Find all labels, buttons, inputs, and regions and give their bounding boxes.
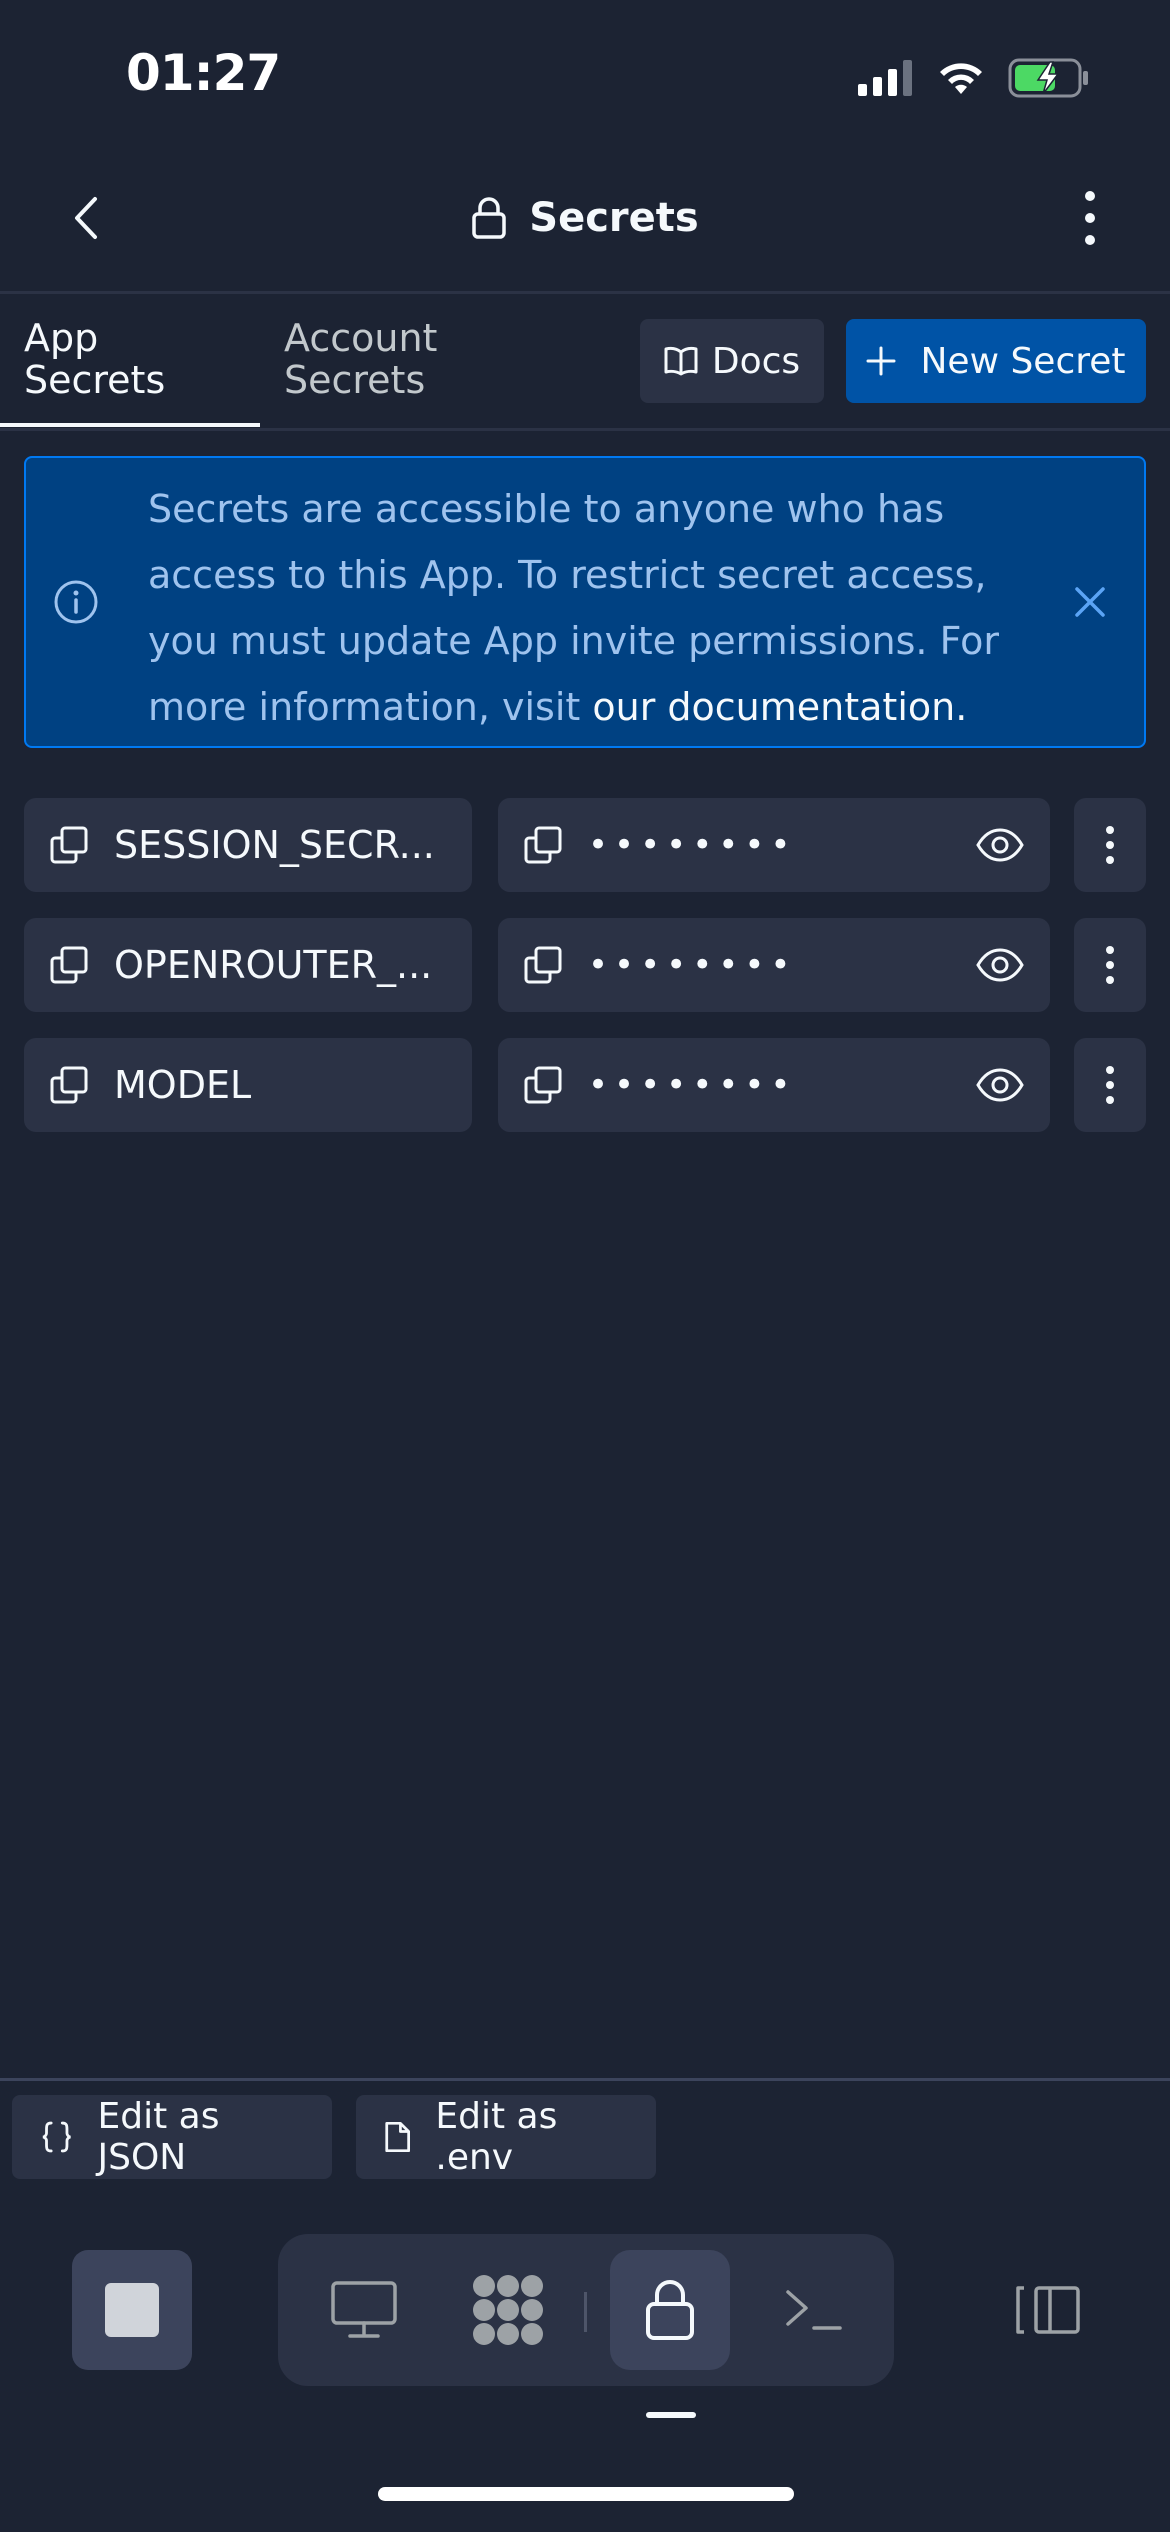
close-icon [1075, 587, 1105, 617]
nav-bar: Secrets [0, 150, 1170, 294]
layout-toggle-button[interactable] [988, 2250, 1108, 2370]
info-icon [54, 580, 98, 624]
tabs-row: App Secrets Account Secrets Docs New Sec… [0, 297, 1170, 431]
stop-icon [105, 2283, 159, 2337]
secret-key-field[interactable]: OPENROUTER_... [24, 918, 472, 1012]
new-secret-button[interactable]: New Secret [846, 319, 1146, 403]
secret-row-menu-button[interactable] [1074, 918, 1146, 1012]
secret-value-masked: •••••••• [588, 945, 797, 985]
reveal-secret-button[interactable] [972, 937, 1028, 993]
dock-agent-button[interactable] [448, 2250, 568, 2370]
status-bar: 01:27 [0, 0, 1170, 150]
secret-value-field[interactable]: •••••••• [498, 798, 1050, 892]
dock-tool-group [278, 2234, 894, 2386]
agent-icon [473, 2275, 543, 2345]
eye-icon [976, 948, 1024, 982]
tab-app-secrets[interactable]: App Secrets [24, 317, 165, 401]
battery-charging-icon [1008, 58, 1088, 98]
secret-row: SESSION_SECR... •••••••• [24, 798, 1146, 892]
edit-as-env-label: Edit as .env [435, 2096, 558, 2178]
lock-icon [472, 197, 507, 239]
documentation-link[interactable]: our documentation. [592, 685, 967, 729]
close-banner-button[interactable] [1066, 578, 1114, 626]
braces-icon [42, 2121, 71, 2153]
eye-icon [976, 1068, 1024, 1102]
secret-row: OPENROUTER_... •••••••• [24, 918, 1146, 1012]
copy-icon[interactable] [522, 1064, 564, 1106]
monitor-icon [331, 2281, 397, 2338]
docs-button[interactable]: Docs [640, 319, 824, 403]
more-vertical-icon [1085, 191, 1095, 245]
edit-as-env-button[interactable]: Edit as .env [356, 2095, 656, 2179]
info-banner-text: Secrets are accessible to anyone who has… [148, 476, 1028, 740]
copy-icon[interactable] [48, 944, 90, 986]
docs-button-label: Docs [711, 340, 801, 382]
lock-icon [646, 2280, 694, 2340]
dock-webview-button[interactable] [304, 2250, 424, 2370]
cellular-signal-icon [858, 60, 912, 96]
edit-as-json-button[interactable]: Edit as JSON [12, 2095, 332, 2179]
secret-key-text: OPENROUTER_... [114, 943, 433, 987]
secret-value-masked: •••••••• [588, 825, 797, 865]
wifi-icon [940, 63, 982, 94]
home-indicator[interactable] [378, 2487, 794, 2501]
secret-key-text: MODEL [114, 1063, 252, 1107]
active-tab-indicator [646, 2412, 696, 2418]
reveal-secret-button[interactable] [972, 817, 1028, 873]
terminal-icon [786, 2290, 842, 2330]
secret-value-masked: •••••••• [588, 1065, 797, 1105]
more-vertical-icon [1106, 826, 1114, 864]
secret-value-field[interactable]: •••••••• [498, 918, 1050, 1012]
dock-divider [584, 2292, 587, 2332]
tab-account-secrets[interactable]: Account Secrets [284, 317, 437, 401]
info-banner: Secrets are accessible to anyone who has… [24, 456, 1146, 748]
tab-app-secrets-line2: Secrets [24, 358, 166, 402]
book-icon [664, 346, 698, 376]
secret-key-text: SESSION_SECR... [114, 823, 435, 867]
tab-account-secrets-line1: Account [284, 316, 438, 360]
more-options-button[interactable] [1062, 186, 1118, 250]
file-icon [385, 2121, 411, 2153]
plus-icon [866, 346, 896, 376]
page-title: Secrets [0, 186, 1170, 250]
copy-icon[interactable] [48, 824, 90, 866]
page-title-text: Secrets [529, 195, 699, 241]
secret-row-menu-button[interactable] [1074, 1038, 1146, 1132]
secret-key-field[interactable]: SESSION_SECR... [24, 798, 472, 892]
edit-as-json-label: Edit as JSON [97, 2096, 220, 2178]
status-icons [858, 56, 1090, 100]
active-tab-underline [0, 423, 260, 427]
status-time: 01:27 [126, 44, 281, 102]
secret-value-field[interactable]: •••••••• [498, 1038, 1050, 1132]
dock-shell-button[interactable] [754, 2250, 874, 2370]
tab-account-secrets-line2: Secrets [284, 358, 426, 402]
layout-panel-icon [1016, 2286, 1080, 2334]
more-vertical-icon [1106, 946, 1114, 984]
stop-button[interactable] [72, 2250, 192, 2370]
tab-app-secrets-line1: App [24, 316, 99, 360]
new-secret-button-label: New Secret [920, 340, 1126, 382]
secret-row-menu-button[interactable] [1074, 798, 1146, 892]
bottom-dock [0, 2198, 1170, 2532]
copy-icon[interactable] [48, 1064, 90, 1106]
secret-key-field[interactable]: MODEL [24, 1038, 472, 1132]
copy-icon[interactable] [522, 944, 564, 986]
bottom-action-bar: Edit as JSON Edit as .env [0, 2078, 1170, 2198]
copy-icon[interactable] [522, 824, 564, 866]
reveal-secret-button[interactable] [972, 1057, 1028, 1113]
secret-row: MODEL •••••••• [24, 1038, 1146, 1132]
dock-secrets-button[interactable] [610, 2250, 730, 2370]
more-vertical-icon [1106, 1066, 1114, 1104]
eye-icon [976, 828, 1024, 862]
